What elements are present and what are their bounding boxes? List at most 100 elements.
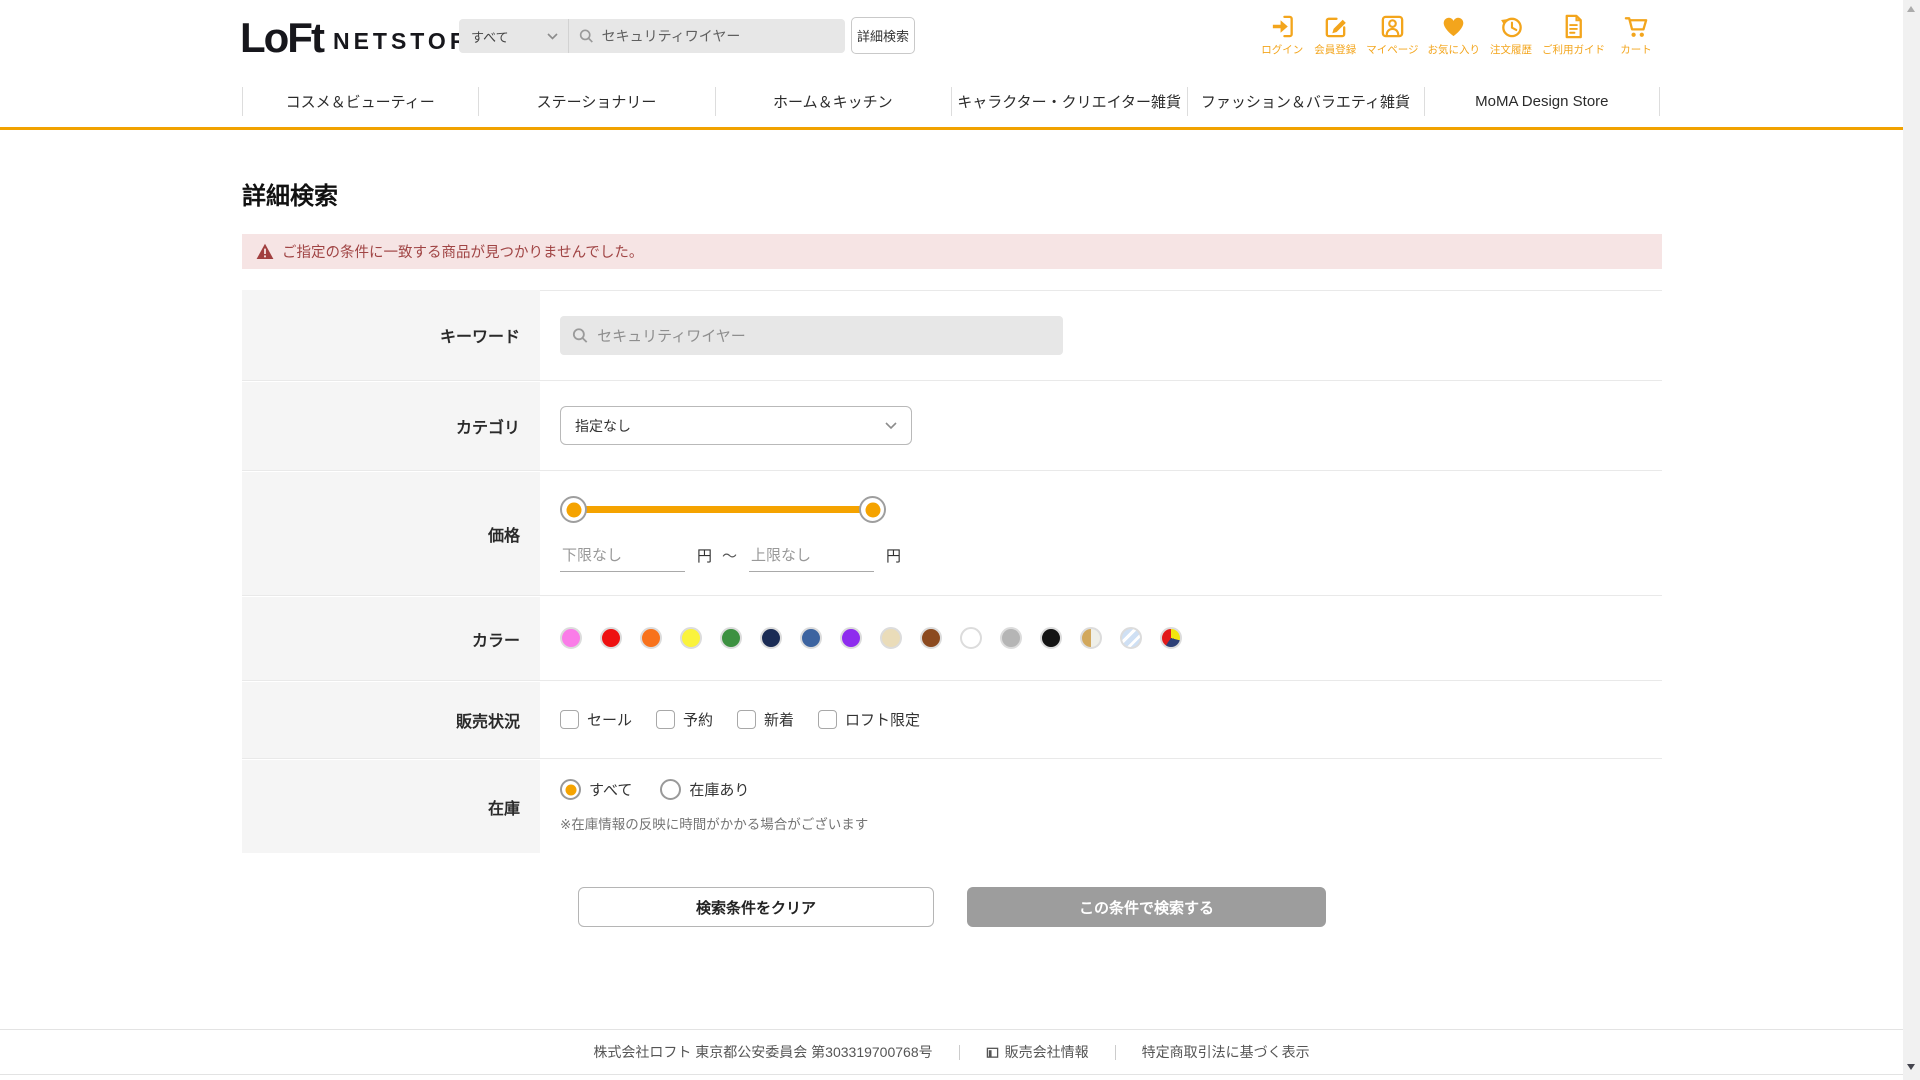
search-icon [572, 327, 588, 344]
color-swatch-red[interactable] [600, 627, 622, 649]
radio-icon [560, 779, 581, 800]
nav-item-home-kitchen[interactable]: ホーム＆キッチン [715, 76, 951, 127]
checkbox-new[interactable]: 新着 [737, 709, 794, 730]
legal-link[interactable]: 特定商取引法に基づく表示 [1142, 1042, 1310, 1062]
scroll-down-arrow-icon[interactable] [1907, 1064, 1915, 1070]
sales-status-row: 販売状況 セール 予約 新着 [242, 680, 1662, 758]
favorites-icon [1440, 13, 1467, 40]
price-min-input[interactable] [560, 547, 685, 572]
register-link[interactable]: 会員登録 [1313, 13, 1357, 57]
price-max-input[interactable] [749, 547, 874, 572]
color-swatch-gold-silver[interactable] [1080, 627, 1102, 649]
page-title: 詳細検索 [242, 176, 338, 211]
sales-status-label: 販売状況 [242, 681, 540, 758]
color-swatch-beige[interactable] [880, 627, 902, 649]
register-icon [1322, 13, 1349, 40]
color-swatch-multicolor[interactable] [1160, 627, 1182, 649]
color-row: カラー [242, 595, 1662, 680]
radio-in-stock[interactable]: 在庫あり [660, 779, 749, 800]
price-range-slider [560, 496, 886, 523]
cart-link[interactable]: カート [1614, 13, 1658, 57]
price-label: 価格 [242, 471, 540, 595]
stock-row: 在庫 すべて 在庫あり ※在庫情報の反映に時間がかかる場合がございます [242, 758, 1662, 853]
company-info-link[interactable]: 販売会社情報 [986, 1042, 1089, 1062]
header-search-field[interactable] [569, 19, 845, 53]
category-label: カテゴリ [242, 381, 540, 470]
color-swatch-blue[interactable] [800, 627, 822, 649]
category-select[interactable]: 指定なし [560, 406, 912, 445]
mypage-link[interactable]: マイページ [1366, 13, 1418, 57]
guide-label: ご利用ガイド [1542, 42, 1605, 57]
range-separator: ～ [722, 545, 737, 566]
color-swatch-purple[interactable] [840, 627, 862, 649]
warning-icon [256, 243, 274, 260]
slider-track [573, 506, 873, 513]
price-max-handle[interactable] [859, 496, 886, 523]
search-category-select[interactable]: すべて [459, 19, 569, 53]
color-swatch-clear[interactable] [1120, 627, 1142, 649]
nav-item-moma[interactable]: MoMA Design Store [1424, 76, 1660, 127]
keyword-input[interactable] [597, 327, 1051, 344]
favorites-link[interactable]: お気に入り [1428, 13, 1481, 57]
color-swatch-yellow[interactable] [680, 627, 702, 649]
checkbox-icon [818, 710, 837, 729]
favorites-label: お気に入り [1428, 42, 1481, 57]
footer-separator [1115, 1045, 1116, 1060]
scroll-up-arrow-icon[interactable] [1907, 6, 1915, 12]
price-inputs: 円 ～ 円 [560, 545, 1662, 572]
sales-status-options: セール 予約 新着 ロフト限定 [560, 709, 1662, 730]
search-conditions-form: キーワード カテゴリ 指定なし 価格 [242, 290, 1662, 853]
checkbox-reservation[interactable]: 予約 [656, 709, 713, 730]
price-min-handle[interactable] [560, 496, 587, 523]
nav-item-stationery[interactable]: ステーショナリー [478, 76, 714, 127]
color-swatch-black[interactable] [1040, 627, 1062, 649]
checkbox-icon [737, 710, 756, 729]
order-history-label: 注文履歴 [1490, 42, 1532, 57]
nav-item-character[interactable]: キャラクター・クリエイター雑貨 [951, 76, 1187, 127]
keyword-input-wrapper [560, 316, 1063, 355]
color-swatch-navy[interactable] [760, 627, 782, 649]
category-selected-value: 指定なし [575, 416, 631, 436]
checkbox-sale[interactable]: セール [560, 709, 632, 730]
mypage-label: マイページ [1366, 42, 1418, 57]
color-swatch-green[interactable] [720, 627, 742, 649]
clear-conditions-button[interactable]: 検索条件をクリア [578, 887, 934, 927]
cart-label: カート [1620, 42, 1652, 57]
checkbox-loft-exclusive-label: ロフト限定 [845, 709, 920, 730]
nav-item-cosme[interactable]: コスメ＆ビューティー [242, 76, 478, 127]
radio-all-label: すべて [589, 779, 632, 800]
loft-logo[interactable]: LoFt NETSTORE [240, 14, 490, 62]
submit-search-button[interactable]: この条件で検索する [967, 887, 1326, 927]
radio-all[interactable]: すべて [560, 779, 632, 800]
color-swatches [560, 627, 1662, 649]
category-nav: コスメ＆ビューティー ステーショナリー ホーム＆キッチン キャラクター・クリエイ… [242, 76, 1660, 127]
stock-options: すべて 在庫あり [560, 779, 1662, 800]
keyword-row: キーワード [242, 290, 1662, 380]
order-history-link[interactable]: 注文履歴 [1489, 13, 1533, 57]
color-swatch-pink[interactable] [560, 627, 582, 649]
color-swatch-gray[interactable] [1000, 627, 1022, 649]
accent-divider [0, 127, 1920, 130]
checkbox-loft-exclusive[interactable]: ロフト限定 [818, 709, 920, 730]
alert-message: ご指定の条件に一致する商品が見つかりませんでした。 [282, 241, 643, 262]
nav-item-fashion-variety[interactable]: ファッション＆バラエティ雑貨 [1187, 76, 1423, 127]
color-swatch-white[interactable] [960, 627, 982, 649]
radio-icon [660, 779, 681, 800]
mypage-icon [1379, 13, 1406, 40]
currency-label-min: 円 [697, 545, 712, 566]
color-swatch-orange[interactable] [640, 627, 662, 649]
guide-icon [1560, 13, 1587, 40]
search-icon [579, 28, 594, 44]
chevron-down-icon [547, 33, 558, 40]
login-icon [1269, 13, 1296, 40]
cart-icon [1623, 13, 1650, 40]
login-link[interactable]: ログイン [1260, 13, 1304, 57]
form-actions: 検索条件をクリア この条件で検索する [242, 887, 1662, 927]
guide-link[interactable]: ご利用ガイド [1542, 13, 1605, 57]
color-swatch-brown[interactable] [920, 627, 942, 649]
header-search-input[interactable] [602, 28, 835, 44]
stock-note: ※在庫情報の反映に時間がかかる場合がございます [560, 813, 1662, 833]
scrollbar[interactable] [1903, 0, 1920, 1080]
detail-search-button[interactable]: 詳細検索 [851, 17, 915, 54]
register-label: 会員登録 [1314, 42, 1356, 57]
